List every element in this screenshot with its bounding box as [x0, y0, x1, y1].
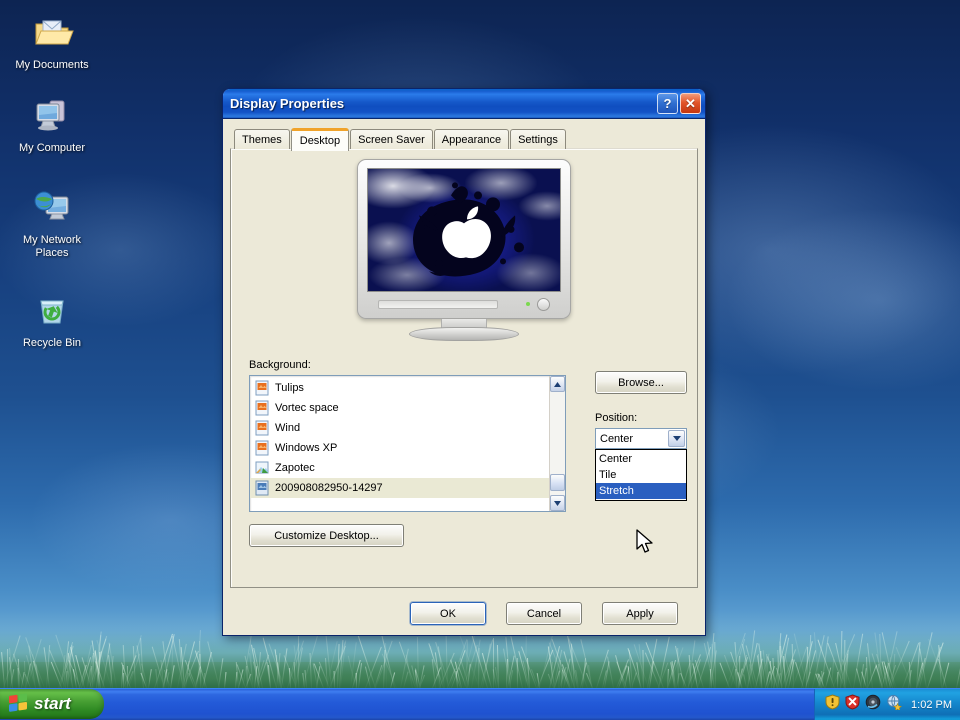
antivirus-shield-icon[interactable]: [845, 694, 860, 715]
tab-themes[interactable]: Themes: [234, 129, 290, 149]
monitor-power-button: [537, 298, 550, 311]
desktop-tab-panel: Background: Tulips Vortec space Wind Win…: [230, 148, 698, 588]
position-combobox-value: Center: [600, 433, 633, 445]
list-item-label: Wind: [275, 422, 300, 434]
scrollbar-track[interactable]: [550, 392, 565, 495]
image-file-icon: [254, 460, 270, 476]
dialog-title: Display Properties: [230, 96, 655, 111]
system-tray[interactable]: 1:02 PM: [814, 689, 960, 720]
tab-desktop[interactable]: Desktop: [291, 128, 349, 151]
display-properties-dialog[interactable]: Display Properties ? ✕ Themes Desktop Sc…: [222, 88, 706, 636]
apple-splatter-graphic: [389, 179, 539, 289]
desktop-icon-recycle-bin[interactable]: Recycle Bin: [6, 288, 98, 350]
close-icon[interactable]: ✕: [680, 93, 701, 114]
wallpaper-preview-screen: [367, 168, 561, 292]
bitmap-file-icon: [254, 480, 270, 496]
scrollbar-thumb[interactable]: [550, 474, 565, 491]
tab-settings[interactable]: Settings: [510, 129, 566, 149]
background-list-items: Tulips Vortec space Wind Windows XP Zapo…: [250, 376, 549, 511]
desktop-icon-label: Recycle Bin: [6, 337, 98, 350]
list-item[interactable]: Vortec space: [250, 398, 549, 418]
my-network-places-icon: [6, 185, 98, 231]
clock[interactable]: 1:02 PM: [911, 699, 952, 711]
my-documents-folder-icon: [6, 10, 98, 56]
my-computer-icon: [6, 93, 98, 139]
recycle-bin-icon: [6, 288, 98, 334]
list-item-label: Vortec space: [275, 402, 339, 414]
tab-screen-saver[interactable]: Screen Saver: [350, 129, 433, 149]
bitmap-file-icon: [254, 440, 270, 456]
apply-button[interactable]: Apply: [602, 602, 678, 625]
updates-globe-icon[interactable]: [886, 694, 902, 715]
tab-appearance[interactable]: Appearance: [434, 129, 509, 149]
list-item[interactable]: Zapotec: [250, 458, 549, 478]
desktop-icon-label: My Computer: [6, 142, 98, 155]
desktop-icon-label: My Network Places: [6, 234, 98, 260]
media-disc-icon[interactable]: [865, 694, 881, 715]
position-option-tile[interactable]: Tile: [596, 467, 686, 483]
desktop-icon-my-network-places[interactable]: My Network Places: [6, 185, 98, 260]
monitor-preview: [231, 159, 697, 359]
cancel-button[interactable]: Cancel: [506, 602, 582, 625]
list-item[interactable]: Windows XP: [250, 438, 549, 458]
security-alert-shield-icon[interactable]: [825, 694, 840, 715]
taskbar[interactable]: start 1:02 PM: [0, 688, 960, 720]
start-button[interactable]: start: [0, 689, 104, 719]
bitmap-file-icon: [254, 400, 270, 416]
scroll-down-icon[interactable]: [550, 495, 565, 511]
listbox-scrollbar[interactable]: [549, 376, 565, 511]
position-option-stretch[interactable]: Stretch: [596, 483, 686, 499]
desktop-icon-label: My Documents: [6, 59, 98, 72]
background-label: Background:: [249, 359, 311, 371]
customize-desktop-button[interactable]: Customize Desktop...: [249, 524, 404, 547]
help-button[interactable]: ?: [657, 93, 678, 114]
windows-flag-icon: [8, 692, 29, 717]
position-combobox[interactable]: Center: [595, 428, 687, 449]
list-item-label: Zapotec: [275, 462, 315, 474]
scroll-up-icon[interactable]: [550, 376, 565, 392]
list-item-label: Tulips: [275, 382, 304, 394]
list-item[interactable]: Wind: [250, 418, 549, 438]
dialog-body: Themes Desktop Screen Saver Appearance S…: [223, 119, 705, 637]
desktop-icon-my-documents[interactable]: My Documents: [6, 10, 98, 72]
background-listbox[interactable]: Tulips Vortec space Wind Windows XP Zapo…: [249, 375, 566, 512]
dialog-titlebar[interactable]: Display Properties ? ✕: [223, 89, 705, 119]
list-item[interactable]: Tulips: [250, 378, 549, 398]
list-item-label: Windows XP: [275, 442, 337, 454]
position-label: Position:: [595, 412, 637, 424]
position-dropdown-list[interactable]: Center Tile Stretch: [595, 449, 687, 501]
list-item-label: 200908082950-14297: [275, 482, 383, 494]
ok-button[interactable]: OK: [410, 602, 486, 625]
browse-button[interactable]: Browse...: [595, 371, 687, 394]
bitmap-file-icon: [254, 420, 270, 436]
bitmap-file-icon: [254, 380, 270, 396]
desktop-icon-my-computer[interactable]: My Computer: [6, 93, 98, 155]
tab-strip: Themes Desktop Screen Saver Appearance S…: [230, 127, 698, 149]
dialog-button-bar: OK Cancel Apply: [224, 594, 704, 636]
start-button-label: start: [34, 694, 71, 714]
chevron-down-icon[interactable]: [668, 430, 685, 447]
position-option-center[interactable]: Center: [596, 451, 686, 467]
list-item-selected[interactable]: 200908082950-14297: [250, 478, 549, 498]
desktop[interactable]: My Documents My Computer My Network Plac…: [0, 0, 960, 720]
